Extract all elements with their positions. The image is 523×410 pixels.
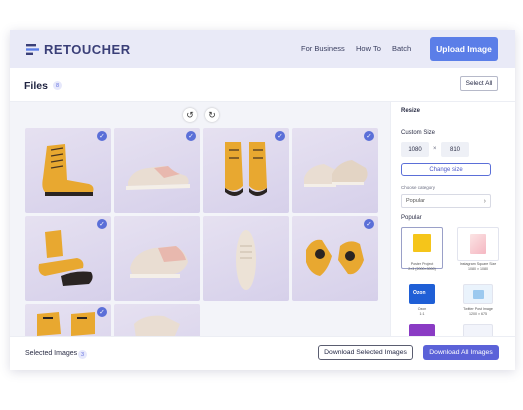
preset-card-instagram[interactable] [457, 227, 499, 261]
preset-twitter-title: Twitter Post Image [463, 307, 493, 311]
beige-sneaker-image [126, 166, 190, 190]
image-tile-sneaker-partial[interactable] [114, 304, 200, 336]
page-title: Files [24, 80, 48, 92]
app-window: RETOUCHER For Business How To Batch Uplo… [10, 30, 515, 370]
change-size-button[interactable]: Change size [401, 163, 491, 176]
top-navbar: RETOUCHER For Business How To Batch Uplo… [10, 30, 515, 68]
preset-ozon-size: 1:1 [419, 312, 425, 316]
brand-logo[interactable]: RETOUCHER [26, 42, 131, 57]
ozon-preset-label: Ozon [413, 290, 426, 296]
image-gallery: ↺ ↻ ✓ ✓ ✓ ✓ ✓ ✓ ✓ [10, 102, 390, 336]
selected-check-icon[interactable]: ✓ [364, 219, 374, 229]
download-selected-button[interactable]: Download Selected Images [318, 345, 413, 360]
choose-category-label: Choose category [401, 185, 436, 190]
instagram-preset-icon [470, 234, 486, 254]
nav-batch[interactable]: Batch [392, 44, 411, 53]
sneaker-partial-image [134, 315, 180, 336]
download-all-button[interactable]: Download All Images [423, 345, 499, 360]
select-all-button[interactable]: Select All [460, 76, 498, 91]
image-tile-yellow-boots-top[interactable]: ✓ [292, 216, 378, 301]
image-tile-beige-sneaker-side[interactable]: ✓ [114, 128, 200, 213]
brand-name: RETOUCHER [44, 42, 131, 57]
selected-check-icon[interactable]: ✓ [97, 219, 107, 229]
preset-instagram-size: 1080 × 1080 [467, 267, 489, 271]
rotate-left-icon[interactable]: ↺ [183, 108, 197, 122]
image-tile-yellow-boot-side[interactable]: ✓ [25, 128, 111, 213]
preset-poster-size: 2×3 (2000×3000) [408, 267, 436, 271]
preset-card-ozon[interactable]: Ozon [409, 284, 435, 304]
selected-check-icon[interactable]: ✓ [97, 131, 107, 141]
resize-sidebar: Resize Custom Size 1080 × 810 Change siz… [390, 102, 515, 336]
custom-size-label: Custom Size [401, 130, 436, 136]
bottom-action-bar: Selected Images 3 Download Selected Imag… [10, 336, 515, 370]
yellow-boots-top-image [306, 239, 364, 276]
beige-pink-sneaker-image [130, 246, 188, 278]
image-tile-yellow-boots-front[interactable]: ✓ [203, 128, 289, 213]
image-tile-yellow-boots-angled[interactable]: ✓ [25, 216, 111, 301]
preset-instagram-title: Instagram Square Size [459, 262, 497, 266]
selected-images-label: Selected Images [25, 350, 78, 357]
nav-how-to[interactable]: How To [356, 44, 381, 53]
preset-card-more-2[interactable] [463, 324, 493, 336]
yellow-boot-image [42, 144, 94, 196]
size-separator: × [433, 146, 437, 152]
popular-heading: Popular [401, 215, 422, 221]
files-count-badge: 8 [53, 81, 62, 90]
files-header: Files 8 Select All [10, 68, 515, 102]
category-select[interactable]: Popular › [401, 194, 491, 208]
preset-ozon-title: Ozon [417, 307, 427, 311]
image-tile-beige-sneaker-angled[interactable] [114, 216, 200, 301]
height-input[interactable]: 810 [441, 142, 469, 157]
image-tile-yellow-boots-bottom[interactable]: ✓ [25, 304, 111, 336]
image-tile-beige-sneaker-top[interactable] [203, 216, 289, 301]
selected-check-icon[interactable]: ✓ [97, 307, 107, 317]
image-tile-beige-sneakers-pair[interactable]: ✓ [292, 128, 378, 213]
chevron-right-icon: › [483, 197, 486, 205]
logo-mark-icon [26, 44, 39, 55]
selected-check-icon[interactable]: ✓ [275, 131, 285, 141]
preset-card-more-1[interactable] [409, 324, 435, 336]
rotate-right-icon[interactable]: ↻ [205, 108, 219, 122]
resize-heading: Resize [401, 108, 421, 114]
selected-check-icon[interactable]: ✓ [364, 131, 374, 141]
yellow-boots-pair-image [225, 142, 267, 196]
preset-poster-title: Poster Project [410, 262, 434, 266]
poster-preset-icon [413, 234, 431, 252]
beige-sneakers-pair-image [304, 160, 368, 187]
preset-twitter-size: 1200 × 675 [468, 312, 488, 316]
selected-count-badge: 3 [78, 350, 87, 359]
category-select-value: Popular [406, 198, 425, 204]
selected-check-icon[interactable]: ✓ [186, 131, 196, 141]
beige-sneaker-top-image [236, 230, 256, 290]
width-input[interactable]: 1080 [401, 142, 429, 157]
yellow-boots-angled-image [38, 230, 93, 286]
upload-image-button[interactable]: Upload Image [430, 37, 498, 61]
preset-card-twitter[interactable] [463, 284, 493, 304]
nav-for-business[interactable]: For Business [301, 44, 345, 53]
twitter-preset-icon [473, 290, 484, 299]
